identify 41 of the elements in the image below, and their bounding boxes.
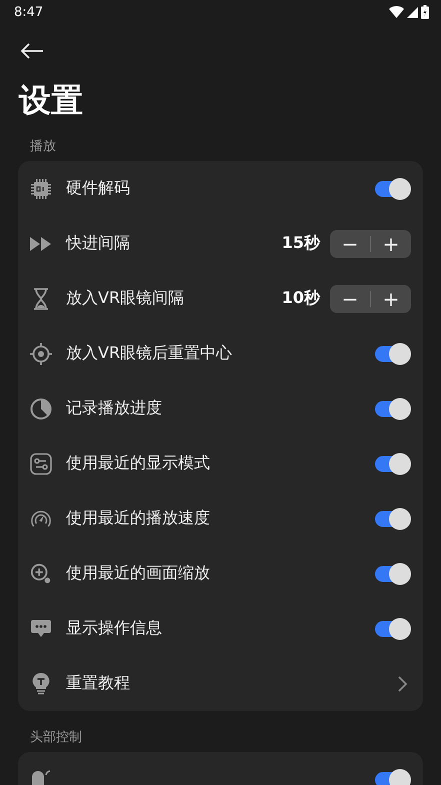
hourglass-icon	[32, 288, 50, 310]
page-title: 设置	[19, 80, 84, 120]
lightbulb-icon	[32, 672, 50, 694]
setting-label: 记录播放进度	[66, 398, 163, 419]
setting-label: 硬件解码	[66, 178, 131, 199]
section-header: 头部控制	[30, 729, 83, 747]
toggle-switch[interactable]	[375, 400, 409, 416]
setting-label: 使用最近的显示模式	[66, 453, 211, 474]
status-time: 8:47	[14, 4, 44, 20]
setting-label: 使用最近的画面缩放	[66, 563, 211, 584]
setting-label: 重置教程	[66, 673, 131, 694]
decrease-button[interactable]: −	[330, 230, 370, 258]
setting-label: 使用最近的播放速度	[66, 508, 211, 529]
increase-button[interactable]: +	[371, 284, 411, 312]
chip-icon	[30, 178, 52, 200]
toggle-switch[interactable]	[375, 620, 409, 636]
wifi-icon	[389, 6, 404, 18]
section-header: 播放	[30, 138, 57, 156]
toggle-switch[interactable]	[375, 772, 409, 785]
setting-label: 快进间隔	[66, 233, 131, 254]
decrease-button[interactable]: −	[330, 284, 370, 312]
setting-label: 放入VR眼镜后重置中心	[66, 343, 234, 364]
setting-label: 放入VR眼镜间隔	[66, 288, 186, 309]
crosshair-icon	[30, 342, 52, 364]
interval-value: 15秒	[282, 233, 320, 254]
toggle-switch[interactable]	[375, 510, 409, 526]
battery-icon	[421, 5, 429, 19]
signal-icon	[407, 6, 418, 18]
zoom-in-icon	[30, 562, 52, 586]
toggle-switch[interactable]	[375, 566, 409, 582]
chat-bubble-icon	[30, 618, 52, 638]
increase-button[interactable]: +	[371, 230, 411, 258]
sliders-icon	[30, 452, 52, 474]
toggle-switch[interactable]	[375, 180, 409, 196]
head-motion-icon	[30, 768, 52, 785]
pie-icon	[30, 398, 52, 420]
setting-label: 显示操作信息	[66, 618, 163, 639]
fast-forward-icon	[30, 236, 52, 250]
interval-value: 10秒	[282, 288, 320, 309]
toggle-switch[interactable]	[375, 346, 409, 362]
toggle-switch[interactable]	[375, 456, 409, 472]
